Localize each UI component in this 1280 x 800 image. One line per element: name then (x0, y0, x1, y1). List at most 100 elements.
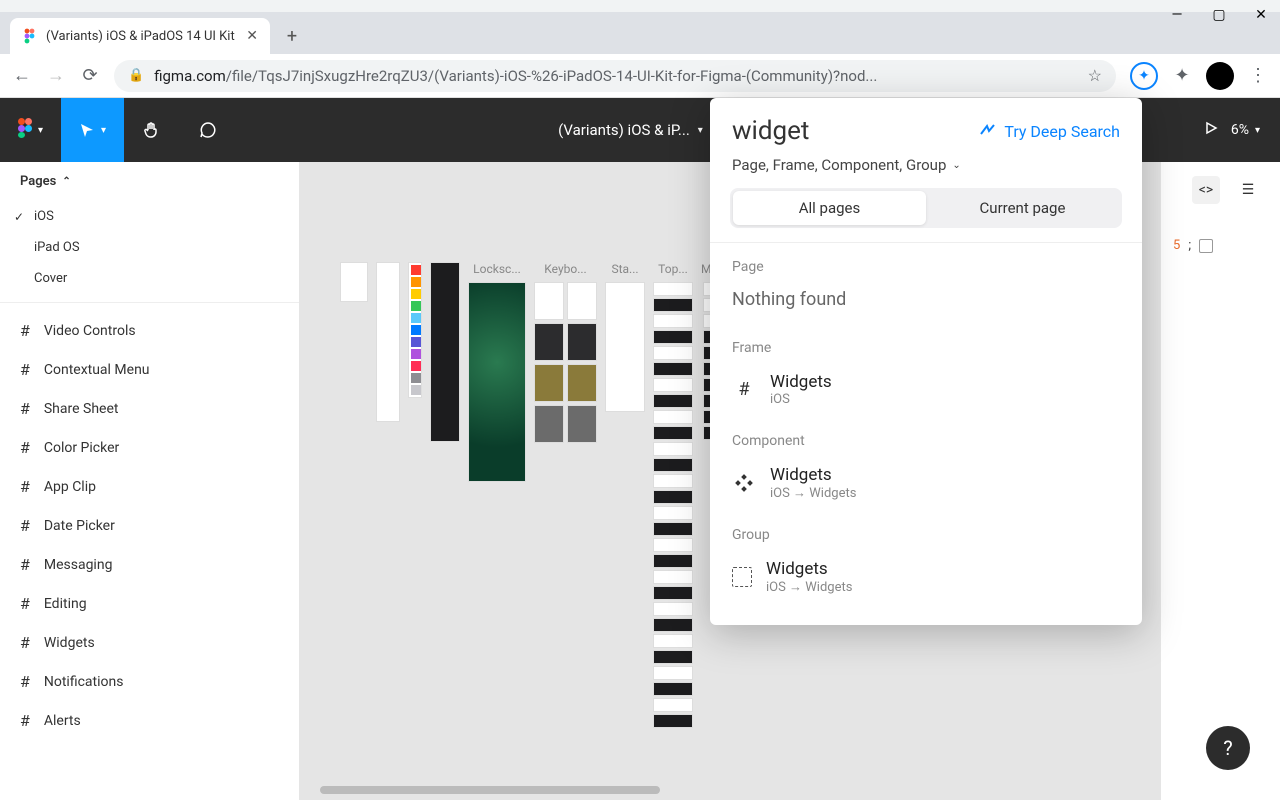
layer-item[interactable]: #Messaging (0, 545, 299, 584)
page-item[interactable]: iOS (0, 201, 299, 232)
artboard-thumb[interactable] (653, 682, 693, 696)
page-item[interactable]: iPad OS (0, 232, 299, 263)
list-panel-icon[interactable]: ☰ (1234, 176, 1262, 204)
artboard-thumb[interactable] (653, 394, 693, 408)
tab-close-icon[interactable]: ✕ (246, 28, 258, 44)
seg-current-page[interactable]: Current page (926, 191, 1119, 225)
artboard-thumb[interactable] (430, 262, 460, 442)
artboard-thumb[interactable] (653, 698, 693, 712)
artboard-thumb[interactable] (653, 474, 693, 488)
layer-item[interactable]: #Notifications (0, 662, 299, 701)
artboard-thumb[interactable] (534, 323, 564, 361)
artboard-thumb[interactable] (653, 586, 693, 600)
hand-tool-button[interactable] (124, 98, 180, 162)
artboard-thumb[interactable] (653, 378, 693, 392)
artboard-thumb[interactable] (653, 650, 693, 664)
url-domain: figma.com (154, 67, 226, 85)
layer-item[interactable]: #Widgets (0, 623, 299, 662)
artboard-thumb[interactable] (653, 314, 693, 328)
artboard-thumb[interactable] (653, 346, 693, 360)
minimize-icon[interactable]: — (1170, 8, 1184, 22)
artboard-thumb[interactable] (340, 262, 368, 302)
artboard-thumb[interactable] (653, 362, 693, 376)
horizontal-scrollbar[interactable] (320, 786, 660, 794)
artboards: Locksc...Keybo...Sta...Top...Menu... (340, 262, 741, 728)
frame-icon: # (20, 633, 30, 652)
layer-item[interactable]: #Contextual Menu (0, 350, 299, 389)
present-icon[interactable] (1203, 120, 1219, 140)
artboard-thumb[interactable] (653, 442, 693, 456)
browser-tab[interactable]: (Variants) iOS & iPadOS 14 UI Kit ✕ (10, 18, 270, 54)
maximize-icon[interactable]: ▢ (1212, 8, 1226, 22)
artboard-thumb[interactable] (468, 282, 526, 482)
artboard-thumb[interactable] (653, 618, 693, 632)
page-item[interactable]: Cover (0, 263, 299, 294)
pages-header[interactable]: Pages ⌃ (0, 162, 299, 201)
artboard-thumb[interactable] (653, 666, 693, 680)
forward-icon[interactable]: → (46, 65, 66, 86)
extension-icon[interactable]: ✦ (1130, 62, 1158, 90)
layer-item[interactable]: #Color Picker (0, 428, 299, 467)
artboard-thumb[interactable] (653, 602, 693, 616)
seg-all-pages[interactable]: All pages (733, 191, 926, 225)
artboard-thumb[interactable] (567, 405, 597, 443)
layer-item[interactable]: #App Clip (0, 467, 299, 506)
artboard-thumb[interactable] (534, 282, 564, 320)
layer-item[interactable]: #Editing (0, 584, 299, 623)
frame-icon: # (20, 672, 30, 691)
artboard-thumb[interactable] (534, 405, 564, 443)
new-tab-button[interactable]: + (278, 22, 306, 50)
layer-item[interactable]: #Date Picker (0, 506, 299, 545)
figma-menu-button[interactable]: ▾ (0, 98, 61, 162)
artboard-thumb[interactable] (653, 538, 693, 552)
artboard-thumb[interactable] (653, 634, 693, 648)
artboard-thumb[interactable] (653, 506, 693, 520)
filter-dropdown[interactable]: Page, Frame, Component, Group ⌄ (710, 150, 1142, 188)
figma-right-panel: <> ☰ 5; (1160, 162, 1280, 800)
help-button[interactable]: ? (1206, 726, 1250, 770)
artboard-thumb[interactable] (567, 282, 597, 320)
address-bar[interactable]: 🔒 figma.com/file/TqsJ7injSxugzHre2rqZU3/… (114, 60, 1116, 92)
artboard-thumb[interactable] (653, 458, 693, 472)
profile-avatar[interactable] (1206, 62, 1234, 90)
layer-item[interactable]: #Video Controls (0, 311, 299, 350)
browser-toolbar: ← → ⟳ 🔒 figma.com/file/TqsJ7injSxugzHre2… (0, 54, 1280, 98)
artboard-thumb[interactable] (653, 410, 693, 424)
extensions-puzzle-icon[interactable]: ✦ (1172, 65, 1192, 86)
artboard-thumb[interactable] (653, 554, 693, 568)
reload-icon[interactable]: ⟳ (80, 65, 100, 86)
artboard-thumb[interactable] (653, 298, 693, 312)
copy-checkbox[interactable] (1199, 239, 1213, 253)
move-tool-button[interactable]: ▾ (61, 98, 124, 162)
code-panel-icon[interactable]: <> (1192, 176, 1220, 204)
search-popover: widget Try Deep Search Page, Frame, Comp… (710, 98, 1142, 625)
artboard-thumb[interactable] (567, 364, 597, 402)
close-window-icon[interactable]: ✕ (1254, 8, 1268, 22)
artboard-thumb[interactable] (408, 262, 422, 398)
layer-item[interactable]: #Share Sheet (0, 389, 299, 428)
browser-menu-icon[interactable]: ⋮ (1248, 65, 1268, 86)
artboard-thumb[interactable] (567, 323, 597, 361)
result-group-widgets[interactable]: Widgets iOS → Widgets (710, 549, 1142, 605)
layer-item[interactable]: #Alerts (0, 701, 299, 740)
layer-label: Video Controls (44, 323, 136, 339)
back-icon[interactable]: ← (12, 65, 32, 86)
artboard-thumb[interactable] (534, 364, 564, 402)
artboard-thumb[interactable] (653, 714, 693, 728)
zoom-control[interactable]: 6% ▾ (1231, 122, 1260, 138)
artboard-thumb[interactable] (653, 522, 693, 536)
artboard-thumb[interactable] (605, 282, 645, 412)
deep-search-link[interactable]: Try Deep Search (978, 122, 1120, 141)
bookmark-star-icon[interactable]: ☆ (1088, 66, 1102, 85)
artboard-thumb[interactable] (653, 282, 693, 296)
artboard-thumb[interactable] (376, 262, 400, 422)
artboard-thumb[interactable] (653, 490, 693, 504)
artboard-thumb[interactable] (653, 570, 693, 584)
document-title[interactable]: (Variants) iOS & iP... ▾ ▾ (558, 121, 722, 139)
artboard-thumb[interactable] (653, 426, 693, 440)
search-query[interactable]: widget (732, 116, 809, 146)
result-frame-widgets[interactable]: # Widgets iOS (710, 362, 1142, 417)
result-component-widgets[interactable]: Widgets iOS → Widgets (710, 455, 1142, 511)
comment-tool-button[interactable] (180, 98, 236, 162)
artboard-thumb[interactable] (653, 330, 693, 344)
